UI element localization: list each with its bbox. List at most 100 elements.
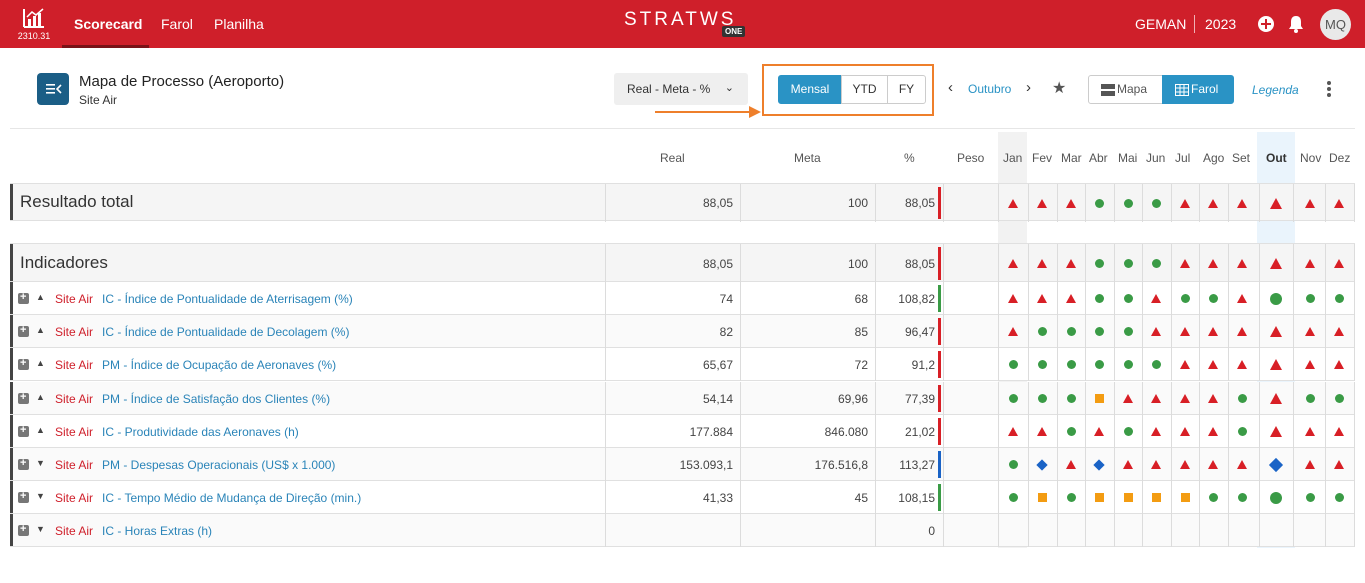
red-triangle-icon (1305, 259, 1315, 268)
indicator-row[interactable]: ▲ Site Air IC - Índice de Pontualidade de … (10, 315, 1355, 348)
bell-icon[interactable] (1286, 14, 1306, 34)
year-selector[interactable]: 2023 (1205, 16, 1236, 32)
nav-planilha[interactable]: Planilha (214, 16, 264, 32)
period-ytd[interactable]: YTD (841, 75, 888, 104)
month-selector[interactable]: Outubro (968, 82, 1011, 96)
star-icon[interactable]: ★ (1052, 78, 1066, 98)
indicator-name[interactable]: PM - Índice de Ocupação de Aeronaves (%) (102, 358, 336, 372)
avatar[interactable]: MQ (1320, 9, 1351, 40)
plus-circle-icon[interactable] (1256, 14, 1276, 34)
prev-month-icon[interactable]: ‹ (948, 79, 953, 96)
indicator-source[interactable]: Site Air (55, 491, 93, 505)
cell-pct: 113,27 (899, 457, 935, 472)
annotation-arrow (655, 111, 751, 113)
expand-icon[interactable] (18, 457, 29, 470)
month-divider (998, 448, 999, 481)
nav-scorecard[interactable]: Scorecard (74, 16, 142, 32)
month-divider (1354, 415, 1355, 448)
expand-icon[interactable] (18, 424, 29, 437)
red-triangle-icon (1270, 326, 1282, 337)
column-divider (605, 315, 606, 348)
view-farol-button[interactable]: Farol (1162, 75, 1234, 104)
orange-square-icon (1123, 493, 1133, 502)
month-divider (1027, 244, 1029, 283)
page-subtitle: Site Air (79, 93, 118, 107)
month-divider (998, 382, 999, 415)
collapse-sidebar-button[interactable] (37, 73, 69, 105)
cell-pct: 96,47 (904, 324, 935, 339)
page-title: Mapa de Processo (Aeroporto) (79, 73, 285, 90)
chevron-down-icon: ⌄ (724, 82, 734, 94)
column-divider (943, 514, 944, 547)
view-mode-select[interactable]: Real - Meta - % ⌄ (614, 73, 748, 105)
expand-icon[interactable] (18, 391, 29, 404)
month-divider (1199, 481, 1200, 514)
month-divider (1170, 481, 1172, 514)
indicator-row[interactable]: ▼ Site Air IC - Tempo Médio de Mudança de … (10, 481, 1355, 514)
indicator-row[interactable]: ▼ Site Air IC - Horas Extras (h) 0 (10, 514, 1355, 547)
month-divider (1113, 244, 1115, 283)
next-month-icon[interactable]: › (1026, 79, 1031, 96)
expand-icon[interactable] (18, 357, 29, 370)
indicator-row[interactable]: ▲ Site Air PM - Índice de Ocupação de Aero… (10, 348, 1355, 381)
indicator-row[interactable]: ▲ Site Air IC - Índice de Pontualidade de … (10, 282, 1355, 315)
legend-link[interactable]: Legenda (1252, 83, 1299, 97)
indicator-source[interactable]: Site Air (55, 458, 93, 472)
indicator-name[interactable]: IC - Índice de Pontualidade de Aterrisag… (102, 292, 353, 306)
indicator-source[interactable]: Site Air (55, 358, 93, 372)
indicator-source[interactable]: Site Air (55, 292, 93, 306)
green-circle-icon (1208, 493, 1218, 502)
orange-square-icon (1151, 493, 1161, 502)
month-divider (1085, 448, 1086, 481)
green-circle-icon (1237, 394, 1247, 403)
indicator-source[interactable]: Site Air (55, 524, 93, 538)
column-divider (740, 481, 741, 514)
blue-diamond-icon (1268, 457, 1284, 472)
month-divider (998, 282, 999, 315)
green-circle-icon (1123, 427, 1133, 436)
period-mensal[interactable]: Mensal (778, 75, 842, 104)
indicator-name[interactable]: IC - Produtividade das Aeronaves (h) (102, 425, 299, 439)
month-divider (1293, 244, 1294, 283)
expand-icon[interactable] (18, 324, 29, 337)
month-divider (1227, 244, 1229, 283)
indicator-source[interactable]: Site Air (55, 392, 93, 406)
status-bar (938, 351, 941, 378)
period-fy[interactable]: FY (887, 75, 926, 104)
app-logo[interactable]: 2310.31 (14, 4, 54, 44)
month-divider (1227, 282, 1229, 315)
indicator-name[interactable]: IC - Horas Extras (h) (102, 524, 212, 538)
annotation-arrow-head (749, 106, 761, 118)
nav-farol[interactable]: Farol (161, 16, 193, 32)
indicator-row[interactable]: ▲ Site Air IC - Produtividade das Aeronave… (10, 415, 1355, 448)
month-divider (1199, 382, 1200, 415)
indicator-row[interactable]: ▲ Site Air PM - Índice de Satisfação dos C… (10, 382, 1355, 415)
expand-icon[interactable] (18, 490, 29, 503)
more-options-icon[interactable] (1325, 80, 1333, 98)
summary-row: Indicadores 88,05 100 88,05 (10, 243, 1355, 283)
indicator-source[interactable]: Site Air (55, 325, 93, 339)
red-triangle-icon (1151, 427, 1161, 436)
summary-label: Indicadores (20, 252, 108, 272)
expand-icon[interactable] (18, 291, 29, 304)
month-divider (1227, 415, 1229, 448)
col-meta: Meta (794, 151, 821, 165)
expand-icon[interactable] (18, 523, 29, 536)
trend-down-icon: ▼ (36, 490, 45, 501)
indicator-source[interactable]: Site Air (55, 425, 93, 439)
month-divider (1113, 315, 1115, 348)
red-triangle-icon (1180, 394, 1190, 403)
green-circle-icon (1037, 394, 1047, 403)
trend-up-icon: ▲ (36, 357, 45, 368)
indicator-row[interactable]: ▼ Site Air PM - Despesas Operacionais (US$… (10, 448, 1355, 481)
indicator-name[interactable]: IC - Índice de Pontualidade de Decolagem… (102, 325, 349, 339)
indicator-name[interactable]: PM - Índice de Satisfação dos Clientes (… (102, 392, 330, 406)
indicator-name[interactable]: PM - Despesas Operacionais (US$ x 1.000) (102, 458, 335, 472)
month-divider (1113, 514, 1115, 547)
month-divider (1056, 348, 1058, 381)
view-mapa-button[interactable]: Mapa (1088, 75, 1163, 104)
column-divider (943, 282, 944, 315)
column-divider (605, 415, 606, 448)
company-selector[interactable]: GEMAN (1135, 16, 1186, 32)
indicator-name[interactable]: IC - Tempo Médio de Mudança de Direção (… (102, 491, 361, 505)
